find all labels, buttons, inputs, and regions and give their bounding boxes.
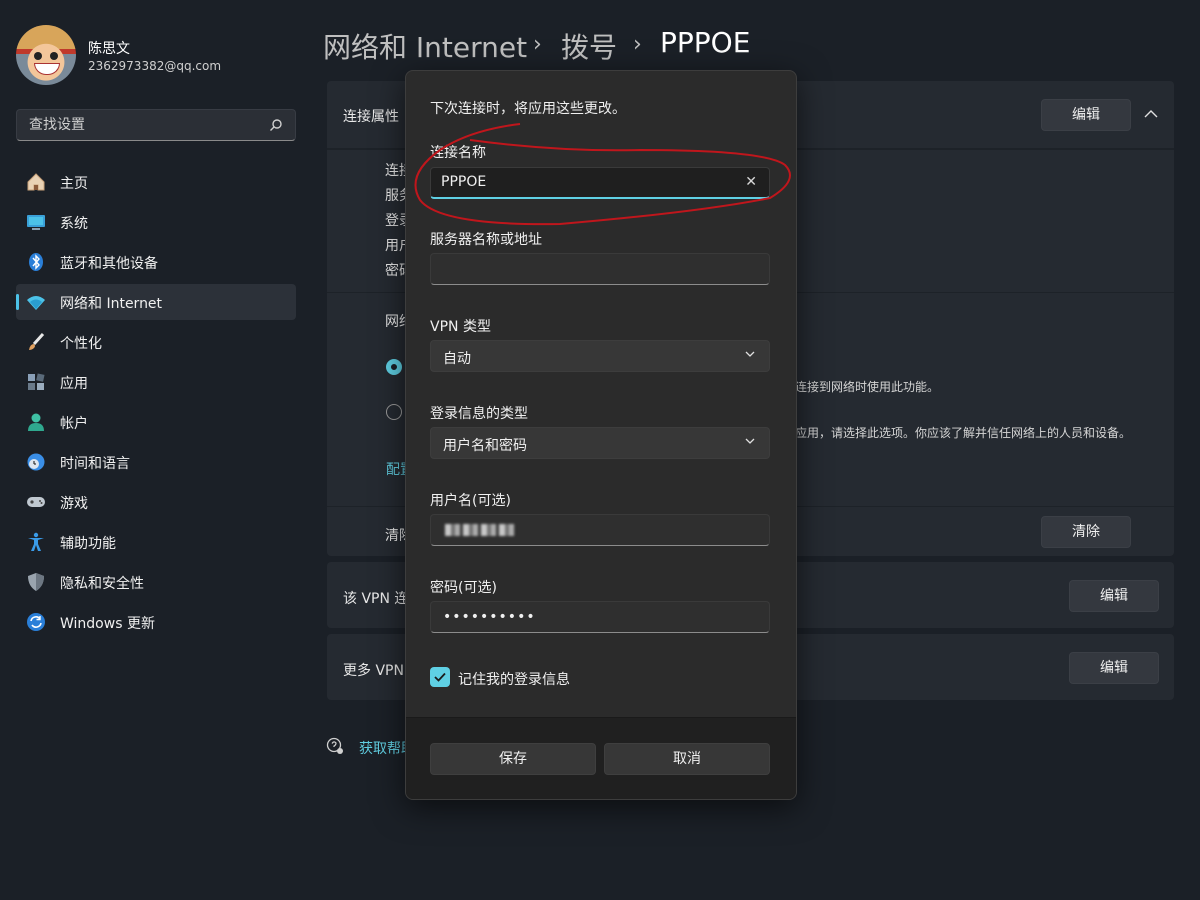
help-icon [326, 737, 343, 754]
remember-signin-checkbox[interactable] [430, 667, 450, 687]
sidebar-item-accessibility[interactable]: 辅助功能 [16, 524, 296, 560]
password-value: •••••••••• [443, 609, 536, 625]
username-field[interactable] [430, 514, 770, 546]
sidebar-item-personalization[interactable]: 个性化 [16, 324, 296, 360]
sidebar-item-label: 隐私和安全性 [60, 576, 144, 592]
sidebar-item-label: Windows 更新 [60, 616, 155, 632]
sidebar-item-home[interactable]: 主页 [16, 164, 296, 200]
sidebar-item-label: 游戏 [60, 496, 88, 512]
cancel-button[interactable]: 取消 [604, 743, 770, 775]
connection-properties-label: 连接属性 [343, 109, 399, 125]
sidebar-item-gaming[interactable]: 游戏 [16, 484, 296, 520]
signin-type-label: 登录信息的类型 [430, 406, 528, 422]
sidebar-item-time-language[interactable]: 时间和语言 [16, 444, 296, 480]
search-icon[interactable] [269, 118, 283, 132]
chevron-down-icon [745, 438, 755, 444]
server-input[interactable] [441, 260, 731, 276]
signin-type-value: 用户名和密码 [443, 438, 527, 454]
vpn-type-label: VPN 类型 [430, 319, 491, 335]
edit-properties-button[interactable]: 编辑 [1041, 99, 1131, 131]
shield-icon [28, 573, 44, 591]
connection-name-field[interactable]: ✕ [430, 167, 770, 199]
server-field[interactable] [430, 253, 770, 285]
radio-public-description: 连接到网络时使用此功能。 [795, 380, 940, 394]
dialog-header: 下次连接时，将应用这些更改。 [430, 101, 626, 117]
sidebar-item-apps[interactable]: 应用 [16, 364, 296, 400]
breadcrumb-chevron-icon: › [533, 32, 542, 57]
bluetooth-icon [29, 253, 43, 271]
sidebar-item-label: 应用 [60, 376, 88, 392]
chevron-up-icon[interactable] [1144, 109, 1158, 119]
brush-icon [29, 332, 45, 350]
person-icon [28, 413, 44, 431]
save-button[interactable]: 保存 [430, 743, 596, 775]
gamepad-icon [27, 497, 45, 507]
checkmark-icon [434, 672, 446, 682]
connection-name-label: 连接名称 [430, 145, 486, 161]
user-email: 2362973382@qq.com [88, 59, 222, 73]
breadcrumb-chevron-icon: › [633, 32, 642, 57]
sidebar-item-system[interactable]: 系统 [16, 204, 296, 240]
sidebar-item-network[interactable]: 网络和 Internet [16, 284, 296, 320]
sidebar-item-label: 主页 [60, 176, 88, 192]
server-label: 服务器名称或地址 [430, 232, 542, 248]
avatar-eye [34, 52, 42, 60]
password-label: 密码(可选) [430, 580, 497, 596]
sidebar-item-label: 系统 [60, 216, 88, 232]
breadcrumb-dialup[interactable]: 拨号 [561, 26, 617, 66]
wifi-icon [27, 296, 45, 310]
sidebar-item-accounts[interactable]: 帐户 [16, 404, 296, 440]
page-title: PPPOE [660, 26, 751, 59]
search-input[interactable] [27, 116, 261, 134]
settings-search-box[interactable] [16, 109, 296, 141]
sidebar-item-label: 帐户 [60, 416, 88, 432]
breadcrumb-network[interactable]: 网络和 Internet [323, 26, 527, 66]
home-icon [27, 173, 45, 191]
sidebar-item-privacy[interactable]: 隐私和安全性 [16, 564, 296, 600]
network-private-radio[interactable] [386, 404, 402, 420]
vpn-connection-label: 该 VPN 连 [343, 591, 409, 607]
apps-icon [28, 373, 45, 390]
password-field[interactable]: •••••••••• [430, 601, 770, 633]
connection-name-input[interactable] [441, 174, 731, 190]
remember-signin-label: 记住我的登录信息 [458, 672, 570, 688]
user-name: 陈思文 [88, 41, 130, 57]
username-label: 用户名(可选) [430, 493, 511, 509]
more-vpn-label: 更多 VPN [343, 663, 404, 679]
signin-type-select[interactable]: 用户名和密码 [430, 427, 770, 459]
sidebar-item-label: 个性化 [60, 336, 102, 352]
sidebar-item-label: 时间和语言 [60, 456, 130, 472]
sidebar-item-label: 辅助功能 [60, 536, 116, 552]
chevron-down-icon [745, 351, 755, 357]
clock-globe-icon [27, 453, 45, 471]
redacted-username [445, 524, 515, 536]
avatar-eye [50, 52, 58, 60]
sidebar-item-label: 蓝牙和其他设备 [60, 256, 158, 272]
edit-vpn-dialog: 下次连接时，将应用这些更改。 连接名称 ✕ 服务器名称或地址 VPN 类型 自动… [405, 70, 797, 800]
sidebar-item-label: 网络和 Internet [60, 296, 163, 312]
edit-vpn-button[interactable]: 编辑 [1069, 580, 1159, 612]
clear-icon[interactable]: ✕ [745, 174, 757, 190]
sidebar-item-bluetooth[interactable]: 蓝牙和其他设备 [16, 244, 296, 280]
clear-button[interactable]: 清除 [1041, 516, 1131, 548]
avatar-mouth [34, 63, 60, 75]
network-public-radio[interactable] [386, 359, 402, 375]
sidebar-item-windows-update[interactable]: Windows 更新 [16, 604, 296, 640]
accessibility-icon [28, 532, 44, 551]
display-icon [27, 215, 45, 230]
vpn-type-value: 自动 [443, 351, 471, 367]
edit-more-vpn-button[interactable]: 编辑 [1069, 652, 1159, 684]
vpn-type-select[interactable]: 自动 [430, 340, 770, 372]
active-indicator [16, 294, 19, 310]
avatar[interactable] [16, 25, 76, 85]
update-icon [27, 613, 45, 631]
radio-private-description: 应用，请选择此选项。你应该了解并信任网络上的人员和设备。 [795, 426, 1132, 440]
